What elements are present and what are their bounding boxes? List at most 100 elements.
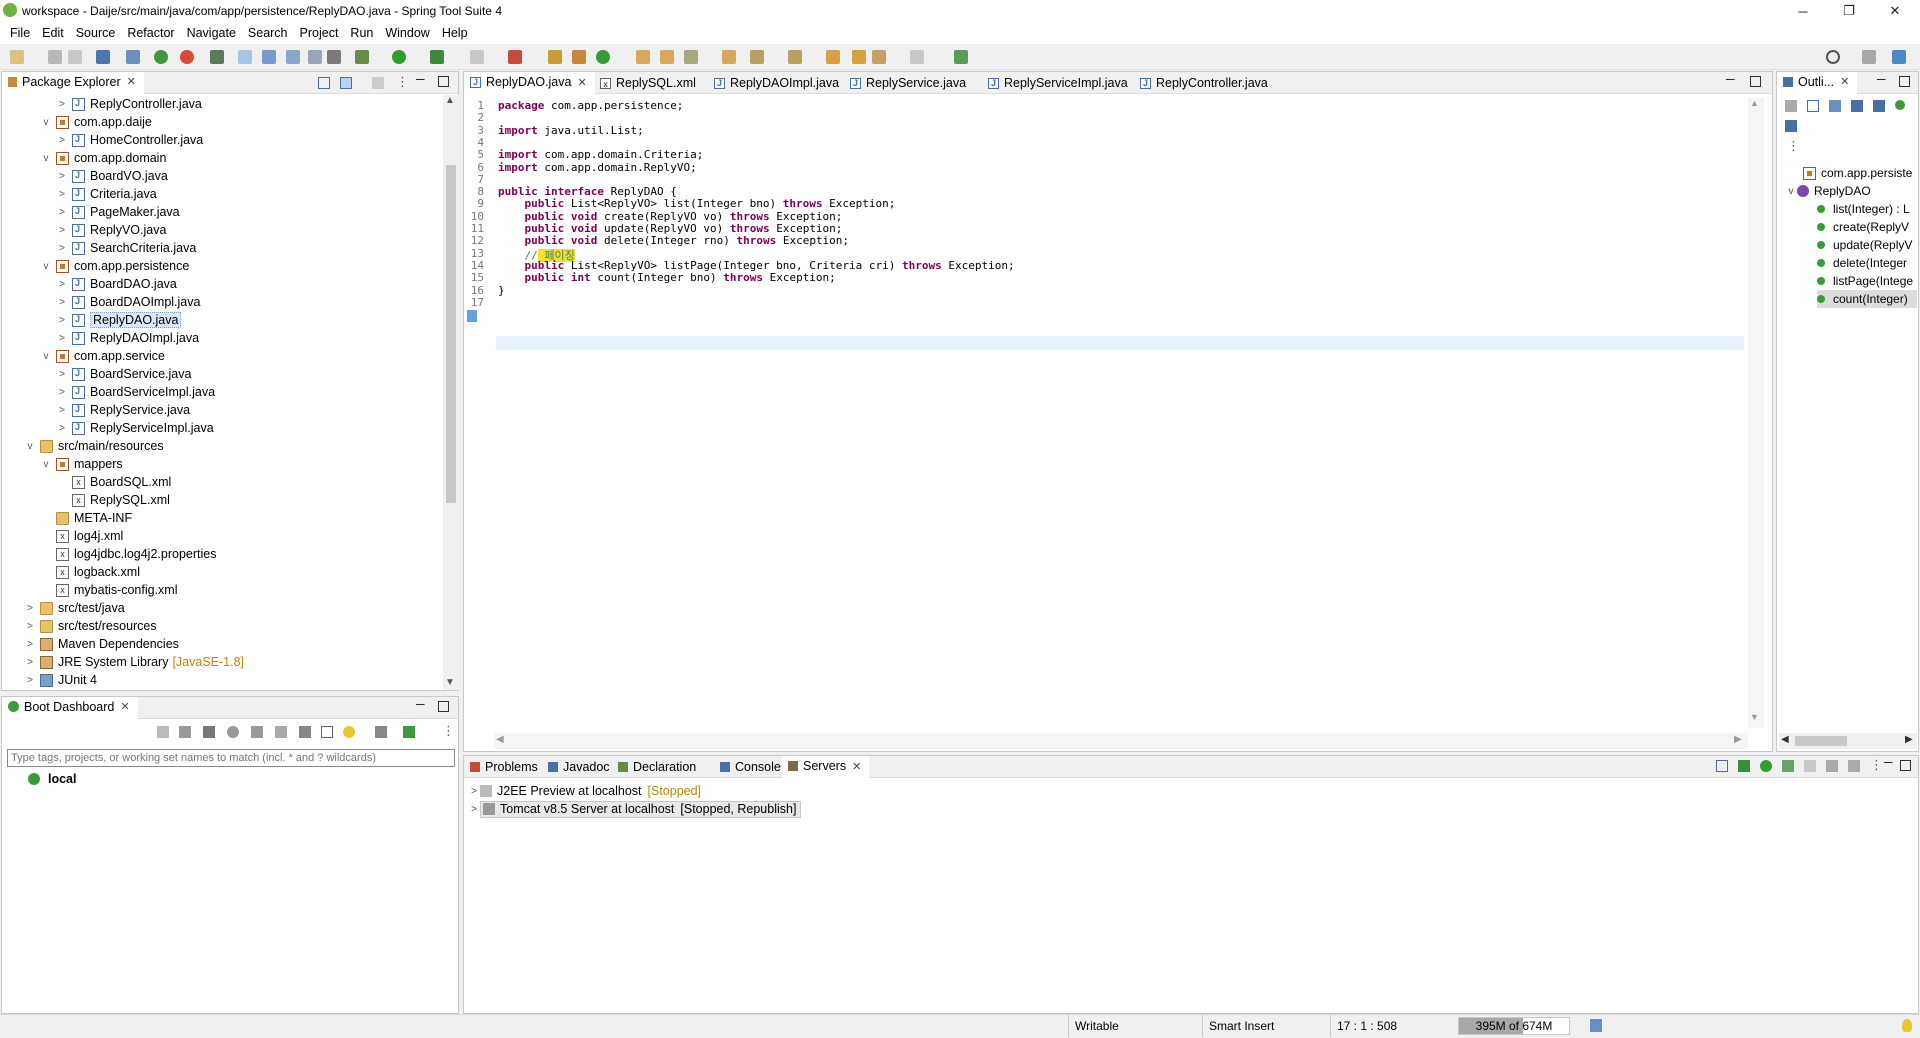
minimize-view-icon[interactable]: ─ (416, 72, 425, 86)
terminal-icon[interactable] (96, 50, 110, 64)
add-icon[interactable] (403, 726, 415, 738)
chevron-right-icon[interactable]: > (468, 804, 480, 815)
open-resource-icon[interactable] (722, 50, 736, 64)
bottom-tab-javadoc[interactable]: Javadoc (542, 756, 618, 778)
status-insert-mode[interactable]: Smart Insert (1202, 1015, 1328, 1037)
hide-fields-icon[interactable] (1851, 100, 1863, 112)
whitespace-icon[interactable] (327, 50, 341, 64)
close-icon[interactable]: ✕ (127, 75, 136, 88)
editor-tab[interactable]: ReplyServiceImpl.java (982, 72, 1136, 94)
chevron-right-icon[interactable]: > (24, 621, 36, 632)
hide-nonpublic-icon[interactable] (1895, 100, 1905, 110)
tree-item[interactable]: > HomeController.java (56, 131, 203, 149)
new-java-project-icon[interactable] (548, 50, 562, 64)
editor-tab[interactable]: ReplyDAOImpl.java (708, 72, 847, 94)
chevron-right-icon[interactable]: > (56, 423, 68, 434)
tree-item[interactable]: > ReplyDAO.java (56, 311, 182, 329)
menu-project[interactable]: Project (294, 26, 345, 40)
scroll-up-icon[interactable]: ▲ (445, 95, 455, 106)
outline-horizontal-scrollbar[interactable]: ◀ ▶ (1779, 733, 1917, 749)
close-icon[interactable]: ✕ (577, 76, 586, 89)
open-browser-icon[interactable] (227, 726, 239, 738)
tree-item[interactable]: > Criteria.java (56, 185, 157, 203)
run-external-icon[interactable] (430, 50, 444, 64)
stop-icon[interactable] (470, 50, 484, 64)
scroll-down-icon[interactable]: ▼ (1750, 712, 1759, 722)
expose-icon[interactable] (275, 726, 287, 738)
new-class-icon[interactable] (596, 50, 610, 64)
tree-scrollbar[interactable]: ▲ ▼ (443, 95, 459, 690)
prev-annotation-icon[interactable] (788, 50, 802, 64)
chevron-right-icon[interactable]: > (468, 786, 480, 797)
view-menu-icon[interactable]: ⋮ (442, 723, 455, 739)
maximize-view-icon[interactable] (438, 76, 449, 87)
menu-edit[interactable]: Edit (36, 26, 70, 40)
hide-static-icon[interactable] (1873, 100, 1885, 112)
menu-help[interactable]: Help (436, 26, 474, 40)
hide-local-types-icon[interactable] (1785, 120, 1797, 132)
chevron-down-icon[interactable]: v (40, 351, 52, 362)
filter-icon[interactable] (375, 726, 387, 738)
chevron-right-icon[interactable]: > (56, 315, 68, 326)
forward-edit-icon[interactable] (852, 50, 866, 64)
chevron-down-icon[interactable]: v (40, 261, 52, 272)
tree-item[interactable]: > Maven Dependencies (24, 635, 179, 653)
editor-tab[interactable]: ReplySQL.xml (594, 72, 704, 94)
start-icon[interactable] (157, 726, 169, 738)
start-server-icon[interactable] (1760, 760, 1772, 772)
run-icon[interactable] (392, 50, 406, 64)
tree-item[interactable]: v com.app.service (40, 347, 166, 365)
open-folder-icon[interactable] (660, 50, 674, 64)
save-icon[interactable] (48, 50, 62, 64)
tree-item[interactable]: > ReplyController.java (56, 95, 202, 113)
close-icon[interactable]: ✕ (120, 700, 129, 713)
profile-server-icon[interactable] (1782, 760, 1794, 772)
outline-package[interactable]: com.app.persiste (1803, 164, 1912, 182)
search-icon[interactable] (684, 50, 698, 64)
tree-item[interactable]: > ReplyService.java (56, 401, 190, 419)
scroll-left-icon[interactable]: ◀ (1781, 734, 1789, 745)
publish-icon[interactable] (1826, 760, 1838, 772)
forward-icon[interactable] (910, 50, 924, 64)
server-row[interactable]: > Tomcat v8.5 Server at localhost [Stopp… (468, 800, 802, 818)
tab-boot-dashboard[interactable]: Boot Dashboard ✕ (2, 696, 138, 719)
chevron-right-icon[interactable]: > (24, 639, 36, 650)
outline-method[interactable]: list(Integer) : L (1817, 200, 1910, 218)
link-editor-icon[interactable] (340, 77, 352, 89)
tree-item[interactable]: > SearchCriteria.java (56, 239, 196, 257)
tree-item[interactable]: ReplySQL.xml (56, 491, 170, 509)
chevron-right-icon[interactable]: > (56, 207, 68, 218)
tree-item[interactable]: v com.app.persistence (40, 257, 190, 275)
scroll-down-icon[interactable]: ▼ (445, 677, 455, 688)
disconnect-icon[interactable] (508, 50, 522, 64)
tree-item[interactable]: logback.xml (40, 563, 140, 581)
chevron-right-icon[interactable]: > (24, 603, 36, 614)
chevron-right-icon[interactable]: > (56, 99, 68, 110)
gc-trash-icon[interactable] (1590, 1019, 1602, 1032)
tree-item[interactable]: > ReplyDAOImpl.java (56, 329, 199, 347)
maximize-view-icon[interactable] (1899, 76, 1910, 87)
editor-horizontal-scrollbar[interactable]: ◀ ▶ (494, 733, 1748, 749)
view-menu-icon[interactable]: ⋮ (1787, 138, 1800, 154)
chevron-right-icon[interactable]: > (56, 243, 68, 254)
last-edit-icon[interactable] (826, 50, 840, 64)
chevron-right-icon[interactable]: > (56, 171, 68, 182)
menu-window[interactable]: Window (379, 26, 435, 40)
tree-item[interactable]: v mappers (40, 455, 123, 473)
maximize-view-icon[interactable] (438, 701, 449, 712)
tree-item[interactable]: > src/test/resources (24, 617, 157, 635)
tree-item[interactable]: v com.app.domain (40, 149, 167, 167)
outline-method[interactable]: update(ReplyV (1817, 236, 1912, 254)
editor-vertical-scrollbar[interactable]: ▲ ▼ (1748, 98, 1764, 728)
editor-tab[interactable]: ReplyDAO.java ✕ (464, 72, 595, 94)
menu-navigate[interactable]: Navigate (181, 26, 242, 40)
bottom-tab-servers[interactable]: Servers ✕ (782, 756, 870, 778)
minimize-view-icon[interactable]: ─ (416, 697, 425, 711)
close-icon[interactable]: ✕ (1840, 75, 1849, 88)
chevron-right-icon[interactable]: > (56, 405, 68, 416)
collapse-all-icon[interactable] (1716, 760, 1728, 772)
edit-icon[interactable] (299, 726, 311, 738)
highlight-icon[interactable] (238, 50, 252, 64)
scroll-thumb[interactable] (446, 165, 456, 503)
maximize-view-icon[interactable] (1900, 760, 1911, 771)
